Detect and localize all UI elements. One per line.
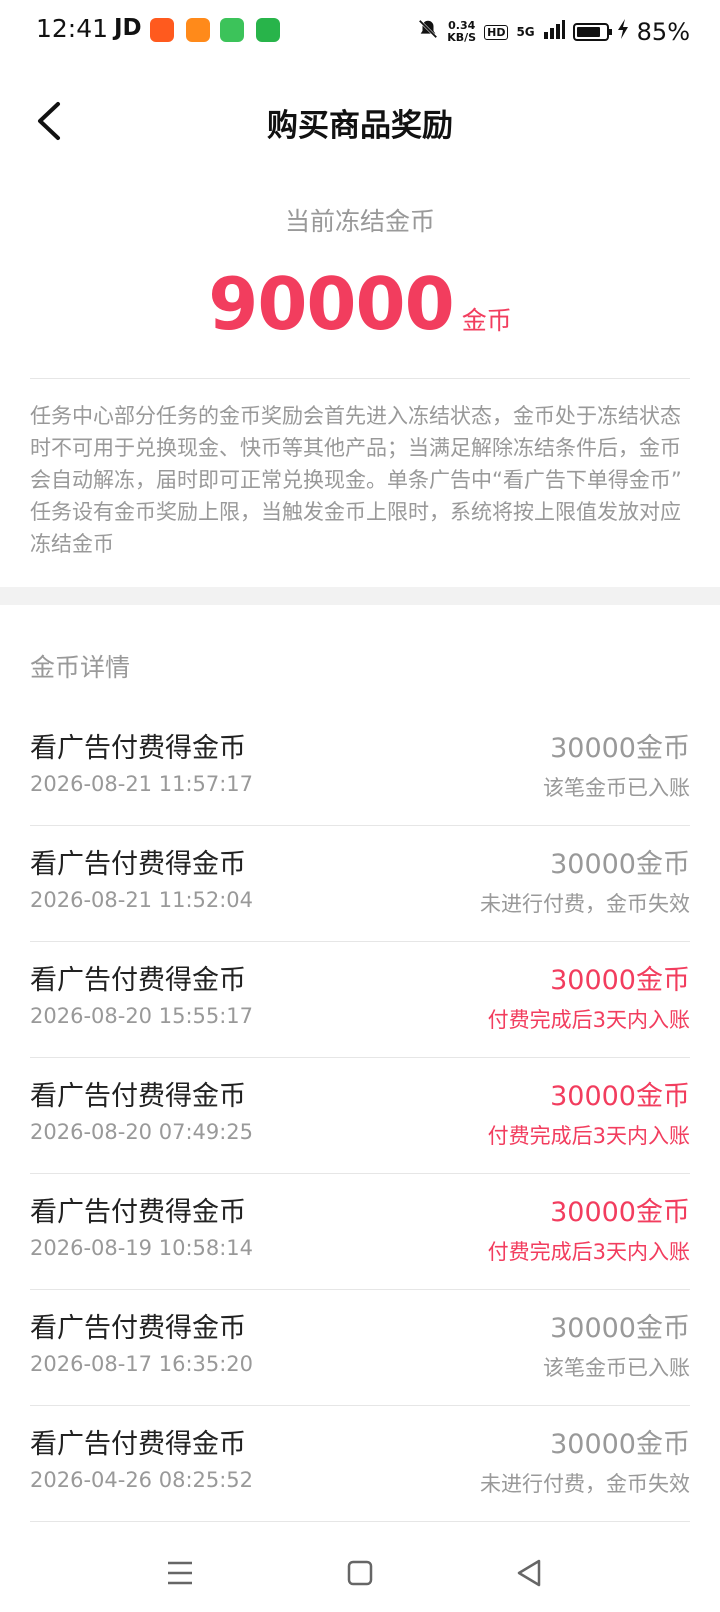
battery-icon (572, 23, 612, 41)
record-name: 看广告付费得金币 (30, 733, 246, 764)
coin-details-title: 金币详情 (30, 653, 131, 682)
system-nav-bar (0, 1540, 720, 1612)
coin-record-row: 看广告付费得金币 2026-08-20 07:49:25 30000金币付费完成后3… (30, 1058, 690, 1174)
record-time: 2026-08-20 07:49:25 (30, 1120, 254, 1144)
record-amount: 30000金币 (550, 965, 690, 996)
battery-percent: 85% (636, 18, 690, 46)
coin-record-row: 看广告付费得金币 2026-08-20 15:55:17 30000金币付费完成后3… (30, 942, 690, 1058)
charging-icon (617, 18, 629, 46)
record-time: 2026-08-20 15:55:17 (30, 1004, 254, 1028)
home-button[interactable] (335, 1548, 385, 1598)
coin-record-row: 看广告付费得金币 2026-08-19 10:58:14 30000金币付费完成后3… (30, 1174, 690, 1290)
record-status: 该笔金币已入账 (543, 776, 690, 800)
record-amount: 30000金币 (550, 1081, 690, 1112)
record-name: 看广告付费得金币 (30, 1313, 246, 1344)
divider (30, 378, 690, 379)
menu-button[interactable] (155, 1548, 205, 1598)
record-amount: 30000金币 (550, 849, 690, 880)
record-status: 付费完成后3天内入账 (487, 1240, 690, 1264)
record-amount: 30000金币 (550, 733, 690, 764)
record-status: 未进行付费，金币失效 (480, 892, 690, 916)
record-status: 该笔金币已入账 (543, 1356, 690, 1380)
hd-badge: HD (484, 24, 509, 40)
coin-record-row: 看广告付费得金币 2026-08-21 11:52:04 30000金币未进行付费，… (30, 826, 690, 942)
record-name: 看广告付费得金币 (30, 1429, 246, 1460)
record-name: 看广告付费得金币 (30, 849, 246, 880)
frozen-description: 任务中心部分任务的金币奖励会首先进入冻结状态，金币处于冻结状态时不可用于兑换现金… (30, 404, 682, 556)
mute-bell-icon (417, 18, 439, 46)
back-triangle-icon (517, 1559, 541, 1587)
record-status: 未进行付费，金币失效 (480, 1472, 690, 1496)
carrier-label: JD (114, 15, 142, 41)
net-speed: 0.34 KB/S (447, 20, 476, 44)
net-speed-unit: KB/S (447, 31, 477, 44)
coin-record-row: 看广告付费得金币 2026-08-17 16:35:20 30000金币该笔金币已入… (30, 1290, 690, 1406)
status-time: 12:41 (36, 14, 109, 43)
record-time: 2026-08-19 10:58:14 (30, 1236, 254, 1260)
battery-fill (576, 27, 601, 37)
record-time: 2026-08-17 16:35:20 (30, 1352, 254, 1376)
app-icon (186, 18, 210, 42)
page-title: 购买商品奖励 (267, 108, 453, 144)
status-bar: 12:41 JD 0.34 KB/S HD 5G 85% (0, 0, 720, 66)
record-amount: 30000金币 (550, 1313, 690, 1344)
coin-details-list: 看广告付费得金币 2026-08-21 11:57:17 30000金币 该笔金币已入… (30, 710, 690, 1522)
record-name: 看广告付费得金币 (30, 965, 246, 996)
record-time: 2026-08-21 11:52:04 (30, 888, 254, 912)
frozen-coins-label: 当前冻结金币 (284, 207, 435, 236)
home-square-icon (347, 1560, 373, 1586)
record-name: 看广告付费得金币 (30, 1081, 246, 1112)
signal-bars-icon (543, 18, 565, 46)
record-status: 付费完成后3天内入账 (487, 1008, 690, 1032)
coin-record-row: 看广告付费得金币 2026-04-26 08:25:52 30000金币未进行付费，… (30, 1406, 690, 1522)
frozen-coins-unit: 金币 (461, 306, 512, 335)
record-amount: 30000金币 (550, 1429, 690, 1460)
record-amount: 30000金币 (550, 1197, 690, 1228)
menu-icon (168, 1561, 192, 1585)
system-back-button[interactable] (505, 1548, 555, 1598)
frozen-coins-number: 90000 (208, 262, 454, 346)
section-separator (0, 587, 720, 605)
taobao-icon (150, 18, 174, 42)
record-time: 2026-08-21 11:57:17 (30, 772, 254, 796)
coin-record-row: 看广告付费得金币 2026-08-21 11:57:17 30000金币该笔金币已入… (30, 710, 690, 826)
phone-icon (256, 18, 280, 42)
page-header: 购买商品奖励 (0, 66, 720, 176)
record-name: 看广告付费得金币 (30, 1197, 246, 1228)
frozen-coins-amount: 90000 金币 (0, 262, 720, 346)
network-type: 5G (516, 25, 535, 39)
record-status: 付费完成后3天内入账 (487, 1124, 690, 1148)
messages-icon (220, 18, 244, 42)
record-time: 2026-04-26 08:25:52 (30, 1468, 254, 1492)
